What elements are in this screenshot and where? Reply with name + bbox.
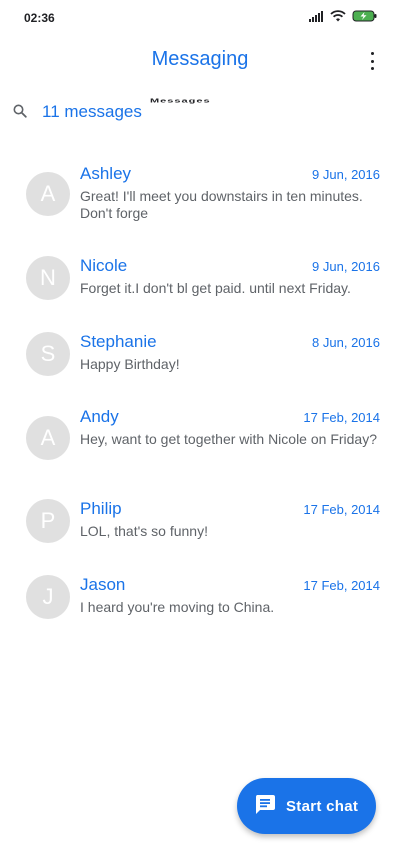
avatar: N (26, 256, 70, 300)
message-date: 9 Jun, 2016 (312, 259, 380, 274)
message-snippet: Forget it.I don't bl get paid. until nex… (80, 280, 351, 296)
contact-name: Stephanie (80, 332, 157, 351)
list-item[interactable]: N Nicole 9 Jun, 2016 Forget it.I don't b… (0, 256, 400, 332)
signal-icon (309, 10, 324, 22)
wifi-icon (330, 10, 346, 22)
search-ghost-text: Messages (150, 98, 211, 104)
avatar: P (26, 499, 70, 543)
message-snippet: Great! I'll meet you downstairs in ten m… (80, 188, 363, 221)
status-bar: 02:36 (0, 0, 400, 36)
battery-charging-icon (352, 10, 378, 22)
message-snippet: Hey, want to get together with Nicole on… (80, 431, 378, 447)
avatar: A (26, 416, 70, 460)
message-date: 17 Feb, 2014 (303, 410, 380, 425)
start-chat-label: Start chat (286, 797, 359, 815)
status-time: 02:36 (24, 11, 55, 25)
contact-name: Philip (80, 499, 122, 518)
start-chat-button[interactable]: Start chat (237, 778, 376, 834)
avatar: A (26, 172, 70, 216)
message-date: 17 Feb, 2014 (303, 578, 380, 593)
message-date: 17 Feb, 2014 (303, 502, 380, 517)
chat-icon (254, 793, 276, 820)
app-bar: Messaging (0, 36, 400, 88)
list-item[interactable]: A Andy 17 Feb, 2014 Hey, want to get tog… (0, 407, 400, 483)
message-snippet: LOL, that's so funny! (80, 523, 208, 539)
search-icon[interactable] (13, 104, 27, 123)
status-icons (309, 10, 378, 22)
message-date: 9 Jun, 2016 (312, 167, 380, 182)
list-item[interactable]: S Stephanie 8 Jun, 2016 Happy Birthday! (0, 332, 400, 408)
contact-name: Nicole (80, 256, 128, 275)
message-snippet: Happy Birthday! (80, 356, 180, 372)
page-title: Messaging (151, 48, 249, 70)
avatar: J (26, 575, 70, 619)
search-bar[interactable]: 11 messages Messages (0, 94, 400, 134)
list-item[interactable]: P Philip 17 Feb, 2014 LOL, that's so fun… (0, 499, 400, 575)
contact-name: Ashley (80, 164, 132, 183)
contact-name: Andy (80, 407, 119, 426)
message-date: 8 Jun, 2016 (312, 335, 380, 350)
overflow-menu-icon[interactable] (364, 50, 380, 72)
message-snippet: I heard you're moving to China. (80, 599, 275, 615)
contact-name: Jason (80, 575, 126, 594)
list-item[interactable]: J Jason 17 Feb, 2014 I heard you're movi… (0, 575, 400, 651)
avatar: S (26, 332, 70, 376)
list-item[interactable]: A Ashley 9 Jun, 2016 Great! I'll meet yo… (0, 164, 400, 240)
message-count: 11 messages (42, 102, 142, 121)
